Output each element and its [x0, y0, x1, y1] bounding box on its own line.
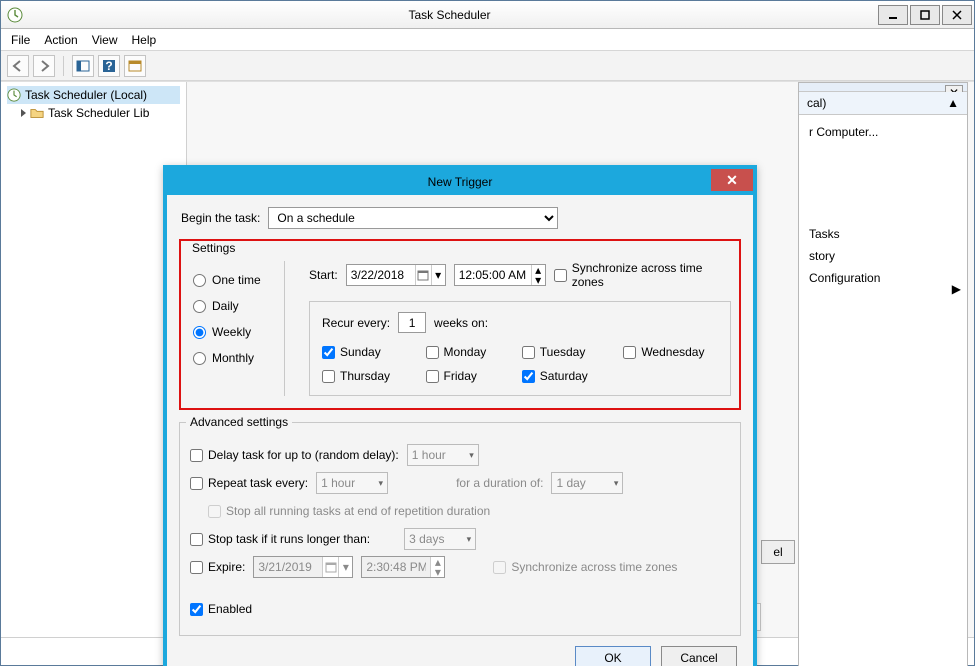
day-thursday[interactable]: Thursday: [322, 369, 404, 383]
clock-icon: [7, 7, 23, 23]
cancel-button[interactable]: Cancel: [661, 646, 737, 666]
dialog-close-button[interactable]: ✕: [711, 169, 753, 191]
content-area: Task Scheduler (Local) Task Scheduler Li…: [1, 81, 974, 637]
start-date-picker[interactable]: ▾: [346, 264, 446, 286]
calendar-icon[interactable]: [415, 265, 431, 285]
stop-repetition-checkbox: Stop all running tasks at end of repetit…: [208, 504, 490, 518]
expand-icon[interactable]: [21, 109, 26, 117]
time-spinner[interactable]: ▴▾: [531, 265, 545, 285]
freq-daily[interactable]: Daily: [193, 293, 284, 319]
day-saturday[interactable]: Saturday: [522, 369, 602, 383]
actions-panel: ✕ cal) ▲ r Computer... Tasks story Confi…: [798, 82, 968, 666]
ok-button[interactable]: OK: [575, 646, 651, 666]
recur-input[interactable]: [398, 312, 426, 333]
day-sunday[interactable]: Sunday: [322, 345, 404, 359]
tree-root-label: Task Scheduler (Local): [25, 88, 147, 102]
minimize-button[interactable]: [878, 5, 908, 25]
stop-if-longer-checkbox[interactable]: Stop task if it runs longer than:: [190, 532, 370, 546]
weekly-box: Recur every: weeks on: Sunday Monday Tue…: [309, 301, 731, 396]
freq-monthly[interactable]: Monthly: [193, 345, 284, 371]
tree-lib[interactable]: Task Scheduler Lib: [7, 104, 180, 122]
begin-task-label: Begin the task:: [181, 211, 260, 225]
tree-lib-label: Task Scheduler Lib: [48, 106, 149, 120]
delay-dropdown[interactable]: 1 hour▾: [407, 444, 479, 466]
advanced-group: Advanced settings Delay task for up to (…: [179, 422, 741, 636]
maximize-button[interactable]: [910, 5, 940, 25]
settings-group: Settings One time Daily Weekly Monthly S…: [179, 239, 741, 410]
expire-time-input[interactable]: [362, 557, 430, 577]
expire-time-picker[interactable]: ▴▾: [361, 556, 445, 578]
action-tasks[interactable]: Tasks: [809, 223, 957, 245]
menu-view[interactable]: View: [92, 33, 118, 47]
enabled-checkbox[interactable]: Enabled: [190, 602, 252, 616]
freq-onetime[interactable]: One time: [193, 267, 284, 293]
recur-label: Recur every:: [322, 316, 390, 330]
actions-header: ✕: [799, 83, 967, 92]
actions-subheader-text: cal): [807, 96, 826, 110]
actions-subheader: cal) ▲: [799, 92, 967, 115]
dialog-title: New Trigger: [428, 175, 493, 189]
menu-action[interactable]: Action: [44, 33, 77, 47]
folder-icon: [30, 106, 44, 120]
close-button[interactable]: [942, 5, 972, 25]
behind-cancel-button[interactable]: el: [761, 540, 795, 564]
props-button[interactable]: [124, 55, 146, 77]
tree-root[interactable]: Task Scheduler (Local): [7, 86, 180, 104]
action-computer[interactable]: r Computer...: [809, 121, 957, 143]
action-history[interactable]: story: [809, 245, 957, 267]
panel-button[interactable]: [72, 55, 94, 77]
sync-timezone-checkbox[interactable]: Synchronize across time zones: [554, 261, 731, 289]
main-title: Task Scheduler: [23, 8, 876, 22]
svg-text:?: ?: [105, 59, 112, 73]
freq-weekly[interactable]: Weekly: [193, 319, 284, 345]
start-date-input[interactable]: [347, 265, 415, 285]
expire-date-picker[interactable]: ▾: [253, 556, 353, 578]
stop-if-dropdown[interactable]: 3 days▾: [404, 528, 476, 550]
main-titlebar: Task Scheduler: [1, 1, 974, 29]
toolbar: ?: [1, 51, 974, 81]
new-trigger-dialog: New Trigger ✕ Begin the task: On a sched…: [163, 165, 757, 666]
recur-unit: weeks on:: [434, 316, 488, 330]
forward-button[interactable]: [33, 55, 55, 77]
menu-file[interactable]: File: [11, 33, 30, 47]
repeat-dropdown[interactable]: 1 hour▾: [316, 472, 388, 494]
dialog-titlebar: New Trigger ✕: [167, 169, 753, 195]
day-monday[interactable]: Monday: [426, 345, 500, 359]
expire-checkbox[interactable]: Expire:: [190, 560, 245, 574]
day-tuesday[interactable]: Tuesday: [522, 345, 602, 359]
menu-help[interactable]: Help: [132, 33, 157, 47]
sync-timezone2-checkbox: Synchronize across time zones: [493, 560, 677, 574]
frequency-column: One time Daily Weekly Monthly: [193, 261, 285, 396]
date-dropdown-icon[interactable]: ▾: [338, 557, 352, 577]
settings-label: Settings: [189, 241, 238, 255]
day-friday[interactable]: Friday: [426, 369, 500, 383]
delay-checkbox[interactable]: Delay task for up to (random delay):: [190, 448, 399, 462]
begin-task-select[interactable]: On a schedule: [268, 207, 558, 229]
action-config[interactable]: Configuration: [809, 267, 957, 289]
back-button[interactable]: [7, 55, 29, 77]
date-dropdown-icon[interactable]: ▾: [431, 265, 445, 285]
start-time-picker[interactable]: ▴▾: [454, 264, 546, 286]
calendar-icon[interactable]: [322, 557, 338, 577]
duration-dropdown[interactable]: 1 day▾: [551, 472, 623, 494]
advanced-label: Advanced settings: [186, 415, 292, 429]
menubar: File Action View Help: [1, 29, 974, 51]
clock-icon: [7, 88, 21, 102]
duration-label: for a duration of:: [456, 476, 543, 490]
start-label: Start:: [309, 268, 338, 282]
day-wednesday[interactable]: Wednesday: [623, 345, 718, 359]
tree-panel: Task Scheduler (Local) Task Scheduler Li…: [1, 82, 187, 637]
repeat-checkbox[interactable]: Repeat task every:: [190, 476, 308, 490]
help-button[interactable]: ?: [98, 55, 120, 77]
time-spinner[interactable]: ▴▾: [430, 557, 444, 577]
start-time-input[interactable]: [455, 265, 531, 285]
expire-date-input[interactable]: [254, 557, 322, 577]
